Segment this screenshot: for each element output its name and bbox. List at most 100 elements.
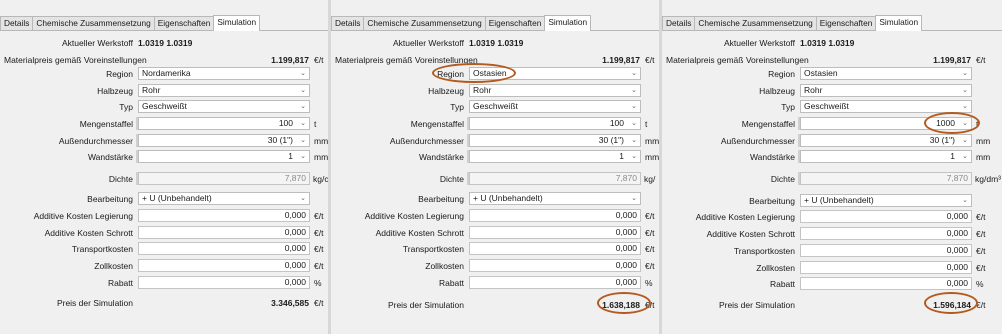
add-schrott-label: Additive Kosten Schrott — [706, 229, 795, 239]
wandstaerke-select[interactable]: 1 ⌄ — [138, 150, 310, 163]
transport-label: Transportkosten — [402, 244, 464, 254]
mengenstaffel-value: 100 — [278, 118, 293, 128]
wandstaerke-select[interactable]: 1 ⌄ — [800, 150, 972, 163]
aussendurchmesser-select[interactable]: 30 (1") ⌄ — [800, 134, 972, 147]
werkstoff-value: 1.0319 1.0319 — [800, 38, 855, 48]
wandstaerke-value: 1 — [619, 151, 624, 161]
tab-chemische-zusammensetzung[interactable]: Chemische Zusammensetzung — [32, 16, 155, 31]
materialpreis-label: Materialpreis gemäß Voreinstellungen — [666, 55, 809, 65]
transport-input[interactable]: 0,000 — [469, 242, 641, 255]
zoll-row: Zollkosten 0,000 €/t — [331, 259, 659, 273]
dichte-label: Dichte — [108, 174, 133, 184]
add-schrott-row: Additive Kosten Schrott 0,000 €/t — [0, 226, 328, 240]
wandstaerke-unit: mm — [645, 152, 659, 162]
typ-select[interactable]: Geschweißt ⌄ — [469, 100, 641, 113]
add-schrott-label: Additive Kosten Schrott — [375, 228, 464, 238]
tab-details[interactable]: Details — [0, 16, 34, 31]
aussendurchmesser-value: 30 (1") — [267, 135, 293, 145]
add-legierung-input[interactable]: 0,000 — [138, 209, 310, 222]
tab-details[interactable]: Details — [662, 16, 696, 31]
transport-input[interactable]: 0,000 — [138, 242, 310, 255]
bearbeitung-select[interactable]: + U (Unbehandelt) ⌄ — [469, 192, 641, 205]
chevron-down-icon: ⌄ — [962, 137, 968, 144]
aussendurchmesser-select[interactable]: 30 (1") ⌄ — [138, 134, 310, 147]
tab-bar: Details Chemische Zusammensetzung Eigens… — [0, 15, 261, 31]
chevron-down-icon: ⌄ — [962, 103, 968, 110]
aussendurchmesser-unit: mm — [314, 136, 328, 146]
aussendurchmesser-select[interactable]: 30 (1") ⌄ — [469, 134, 641, 147]
region-select[interactable]: Ostasien ⌄ — [469, 67, 641, 80]
halbzeug-select[interactable]: Rohr ⌄ — [800, 84, 972, 97]
werkstoff-label: Aktueller Werkstoff — [61, 38, 133, 48]
tab-simulation[interactable]: Simulation — [544, 15, 592, 31]
add-legierung-unit: €/t — [645, 211, 655, 221]
add-schrott-input[interactable]: 0,000 — [800, 227, 972, 240]
mengenstaffel-select[interactable]: 1000 ⌄ — [800, 117, 972, 130]
region-label: Region — [437, 69, 464, 79]
werkstoff-row: Aktueller Werkstoff 1.0319 1.0319 — [331, 36, 659, 50]
add-schrott-input[interactable]: 0,000 — [469, 226, 641, 239]
materialpreis-value: 1.199,817 — [933, 55, 971, 65]
mengenstaffel-select[interactable]: 100 ⌄ — [469, 117, 641, 130]
zoll-input[interactable]: 0,000 — [138, 259, 310, 272]
aussendurchmesser-label: Außendurchmesser — [720, 136, 795, 146]
halbzeug-row: Halbzeug Rohr ⌄ — [331, 84, 659, 98]
tab-bar: Details Chemische Zusammensetzung Eigens… — [662, 15, 923, 31]
rabatt-input[interactable]: 0,000 — [800, 277, 972, 290]
chevron-down-icon: ⌄ — [962, 70, 968, 77]
preis-sim-value: 3.346,585 — [271, 298, 309, 308]
tab-simulation[interactable]: Simulation — [213, 15, 261, 31]
chevron-down-icon: ⌄ — [962, 153, 968, 160]
aussendurchmesser-value: 30 (1") — [929, 135, 955, 145]
mengenstaffel-value: 1000 — [936, 118, 955, 128]
tab-eigenschaften[interactable]: Eigenschaften — [484, 16, 546, 31]
dichte-field: 7,870 — [469, 172, 641, 185]
transport-row: Transportkosten 0,000 €/t — [0, 242, 328, 256]
region-select[interactable]: Nordamerika ⌄ — [138, 67, 310, 80]
rabatt-input[interactable]: 0,000 — [138, 276, 310, 289]
tab-chemische-zusammensetzung[interactable]: Chemische Zusammensetzung — [363, 16, 486, 31]
rabatt-input[interactable]: 0,000 — [469, 276, 641, 289]
tab-eigenschaften[interactable]: Eigenschaften — [153, 16, 215, 31]
wandstaerke-select[interactable]: 1 ⌄ — [469, 150, 641, 163]
tab-simulation[interactable]: Simulation — [875, 15, 923, 31]
zoll-unit: €/t — [976, 263, 986, 273]
zoll-input[interactable]: 0,000 — [800, 261, 972, 274]
wandstaerke-label: Wandstärke — [749, 152, 795, 162]
typ-select[interactable]: Geschweißt ⌄ — [138, 100, 310, 113]
add-legierung-unit: €/t — [314, 211, 324, 221]
materialpreis-unit: €/t — [314, 55, 324, 65]
halbzeug-row: Halbzeug Rohr ⌄ — [662, 84, 1002, 98]
tab-details[interactable]: Details — [331, 16, 365, 31]
bearbeitung-select[interactable]: + U (Unbehandelt) ⌄ — [138, 192, 310, 205]
add-schrott-input[interactable]: 0,000 — [138, 226, 310, 239]
transport-input[interactable]: 0,000 — [800, 244, 972, 257]
bearbeitung-label: Bearbeitung — [87, 194, 133, 204]
preis-sim-unit: €/t — [314, 298, 324, 308]
mengenstaffel-select[interactable]: 100 ⌄ — [138, 117, 310, 130]
add-schrott-label: Additive Kosten Schrott — [44, 228, 133, 238]
chevron-down-icon: ⌄ — [631, 137, 637, 144]
tab-bar: Details Chemische Zusammensetzung Eigens… — [331, 15, 592, 31]
tab-chemische-zusammensetzung[interactable]: Chemische Zusammensetzung — [694, 16, 817, 31]
aussendurchmesser-unit: mm — [645, 136, 659, 146]
mengenstaffel-label: Mengenstaffel — [79, 119, 133, 129]
add-legierung-input[interactable]: 0,000 — [469, 209, 641, 222]
dichte-row: Dichte 7,870 kg/dm³ — [662, 172, 1002, 186]
dichte-label: Dichte — [439, 174, 464, 184]
region-row: Region Ostasien ⌄ — [662, 67, 1002, 81]
aussendurchmesser-row: Außendurchmesser 30 (1") ⌄ mm — [662, 134, 1002, 148]
add-legierung-input[interactable]: 0,000 — [800, 210, 972, 223]
zoll-input[interactable]: 0,000 — [469, 259, 641, 272]
bearbeitung-select[interactable]: + U (Unbehandelt) ⌄ — [800, 194, 972, 207]
tab-eigenschaften[interactable]: Eigenschaften — [815, 16, 877, 31]
region-select[interactable]: Ostasien ⌄ — [800, 67, 972, 80]
rabatt-row: Rabatt 0,000 % — [0, 276, 328, 290]
bearbeitung-row: Bearbeitung + U (Unbehandelt) ⌄ — [331, 192, 659, 206]
bearbeitung-value: + U (Unbehandelt) — [142, 193, 212, 203]
chevron-down-icon: ⌄ — [962, 197, 968, 204]
halbzeug-select[interactable]: Rohr ⌄ — [469, 84, 641, 97]
typ-select[interactable]: Geschweißt ⌄ — [800, 100, 972, 113]
halbzeug-select[interactable]: Rohr ⌄ — [138, 84, 310, 97]
simulation-panel-1: Details Chemische Zusammensetzung Eigens… — [0, 0, 328, 334]
